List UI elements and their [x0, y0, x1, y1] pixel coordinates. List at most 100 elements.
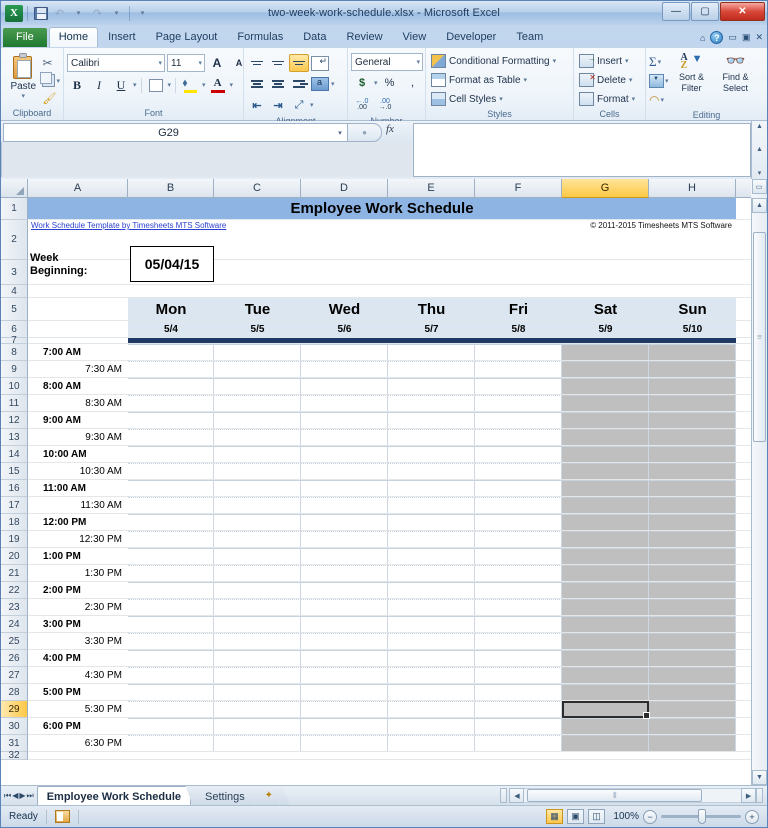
close-button[interactable]: ✕	[720, 2, 765, 21]
help-icon[interactable]: ?	[710, 31, 723, 44]
wrap-text-button[interactable]	[310, 54, 330, 72]
time-label-600pm[interactable]: 6:00 PM	[28, 718, 126, 734]
schedule-cell-Thu-800am[interactable]	[388, 378, 475, 394]
schedule-cell-Mon-600pm[interactable]	[128, 718, 214, 734]
row-header-11[interactable]: 11	[1, 395, 28, 412]
schedule-cell-Tue-530pm[interactable]	[214, 701, 301, 717]
tab-insert[interactable]: Insert	[98, 27, 146, 47]
schedule-cell-Sat-500pm[interactable]	[562, 684, 649, 700]
day-date-Sun[interactable]: 5/10	[649, 321, 736, 337]
row-header-27[interactable]: 27	[1, 667, 28, 684]
schedule-cell-Sun-530pm[interactable]	[649, 701, 736, 717]
schedule-cell-Tue-1230pm[interactable]	[214, 531, 301, 547]
schedule-cell-Sat-600pm[interactable]	[562, 718, 649, 734]
schedule-cell-Fri-1030am[interactable]	[475, 463, 562, 479]
scroll-up-button[interactable]: ▲	[752, 198, 767, 213]
schedule-cell-Tue-330pm[interactable]	[214, 633, 301, 649]
schedule-cell-Fri-330pm[interactable]	[475, 633, 562, 649]
schedule-cell-Sun-1200pm[interactable]	[649, 514, 736, 530]
schedule-cell-Wed-600pm[interactable]	[301, 718, 388, 734]
font-size-combo[interactable]: 11 ▾	[167, 54, 205, 72]
schedule-cell-Tue-500pm[interactable]	[214, 684, 301, 700]
orientation-button[interactable]: ⤢	[289, 96, 309, 114]
percent-button[interactable]: %	[379, 74, 401, 93]
grow-font-button[interactable]: A	[207, 54, 227, 73]
schedule-cell-Tue-700am[interactable]	[214, 344, 301, 360]
paste-button[interactable]: Paste ▾	[4, 52, 42, 100]
number-format-combo[interactable]: General ▾	[351, 53, 423, 71]
schedule-cell-Sat-330pm[interactable]	[562, 633, 649, 649]
fill-color-button[interactable]: ⬧	[180, 76, 200, 95]
schedule-cell-Tue-1100am[interactable]	[214, 480, 301, 496]
column-header-E[interactable]: E	[388, 179, 475, 198]
schedule-cell-Mon-500pm[interactable]	[128, 684, 214, 700]
schedule-cell-Wed-1030am[interactable]	[301, 463, 388, 479]
schedule-cell-Thu-900am[interactable]	[388, 412, 475, 428]
schedule-cell-Wed-200pm[interactable]	[301, 582, 388, 598]
zoom-out-button[interactable]: −	[643, 810, 657, 824]
schedule-cell-Tue-130pm[interactable]	[214, 565, 301, 581]
select-all-button[interactable]	[1, 179, 28, 198]
underline-button[interactable]: U	[111, 76, 131, 95]
schedule-cell-Tue-200pm[interactable]	[214, 582, 301, 598]
last-sheet-button[interactable]: ⏭	[27, 791, 34, 801]
schedule-cell-Wed-900am[interactable]	[301, 412, 388, 428]
time-label-1100am[interactable]: 11:00 AM	[28, 480, 126, 496]
row-header-21[interactable]: 21	[1, 565, 28, 582]
delete-cells-button[interactable]: Delete ▾	[577, 71, 637, 89]
time-label-500pm[interactable]: 5:00 PM	[28, 684, 126, 700]
time-label-800am[interactable]: 8:00 AM	[28, 378, 126, 394]
day-date-Sat[interactable]: 5/9	[562, 321, 649, 337]
column-header-A[interactable]: A	[28, 179, 128, 198]
schedule-cell-Fri-700am[interactable]	[475, 344, 562, 360]
schedule-cell-Wed-630pm[interactable]	[301, 735, 388, 751]
scroll-down-button[interactable]: ▼	[752, 770, 767, 785]
schedule-cell-Mon-1100am[interactable]	[128, 480, 214, 496]
next-sheet-button[interactable]: ▶	[19, 791, 25, 800]
schedule-cell-Tue-1200pm[interactable]	[214, 514, 301, 530]
schedule-cell-Fri-200pm[interactable]	[475, 582, 562, 598]
maximize-button[interactable]: ▢	[691, 2, 719, 21]
tab-review[interactable]: Review	[336, 27, 392, 47]
schedule-cell-Thu-130pm[interactable]	[388, 565, 475, 581]
tab-view[interactable]: View	[393, 27, 437, 47]
schedule-cell-Mon-1130am[interactable]	[128, 497, 214, 513]
schedule-cell-Wed-830am[interactable]	[301, 395, 388, 411]
schedule-cell-Mon-900am[interactable]	[128, 412, 214, 428]
borders-dropdown-icon[interactable]: ▾	[168, 81, 172, 89]
time-label-300pm[interactable]: 3:00 PM	[28, 616, 126, 632]
schedule-cell-Sat-1100am[interactable]	[562, 480, 649, 496]
schedule-cell-Sat-800am[interactable]	[562, 378, 649, 394]
schedule-cell-Sun-400pm[interactable]	[649, 650, 736, 666]
schedule-cell-Mon-800am[interactable]	[128, 378, 214, 394]
paste-dropdown-icon[interactable]: ▾	[21, 92, 25, 100]
schedule-cell-Mon-1030am[interactable]	[128, 463, 214, 479]
currency-dropdown-icon[interactable]: ▾	[374, 79, 378, 87]
schedule-cell-Sun-330pm[interactable]	[649, 633, 736, 649]
row-header-16[interactable]: 16	[1, 480, 28, 497]
header-separator-bar[interactable]	[128, 338, 736, 343]
schedule-cell-Mon-330pm[interactable]	[128, 633, 214, 649]
time-label-930am[interactable]: 9:30 AM	[28, 429, 126, 445]
schedule-cell-Tue-830am[interactable]	[214, 395, 301, 411]
schedule-cell-Sat-1200pm[interactable]	[562, 514, 649, 530]
row-header-24[interactable]: 24	[1, 616, 28, 633]
increase-indent-button[interactable]: ⇥	[268, 96, 288, 114]
font-family-combo[interactable]: Calibri ▾	[67, 54, 165, 72]
font-color-button[interactable]: A	[208, 76, 228, 95]
schedule-cell-Mon-300pm[interactable]	[128, 616, 214, 632]
schedule-cell-Thu-1100am[interactable]	[388, 480, 475, 496]
row-header-18[interactable]: 18	[1, 514, 28, 531]
view-page-break-button[interactable]: ◫	[588, 809, 605, 824]
day-header-Wed[interactable]: Wed	[301, 298, 388, 320]
schedule-cell-Tue-400pm[interactable]	[214, 650, 301, 666]
schedule-cell-Thu-330pm[interactable]	[388, 633, 475, 649]
schedule-cell-Sun-230pm[interactable]	[649, 599, 736, 615]
schedule-cell-Sat-730am[interactable]	[562, 361, 649, 377]
schedule-cell-Wed-800am[interactable]	[301, 378, 388, 394]
time-label-830am[interactable]: 8:30 AM	[28, 395, 126, 411]
time-label-230pm[interactable]: 2:30 PM	[28, 599, 126, 615]
schedule-cell-Sat-900am[interactable]	[562, 412, 649, 428]
insert-cells-button[interactable]: Insert ▾	[577, 52, 637, 70]
view-normal-button[interactable]: ▦	[546, 809, 563, 824]
